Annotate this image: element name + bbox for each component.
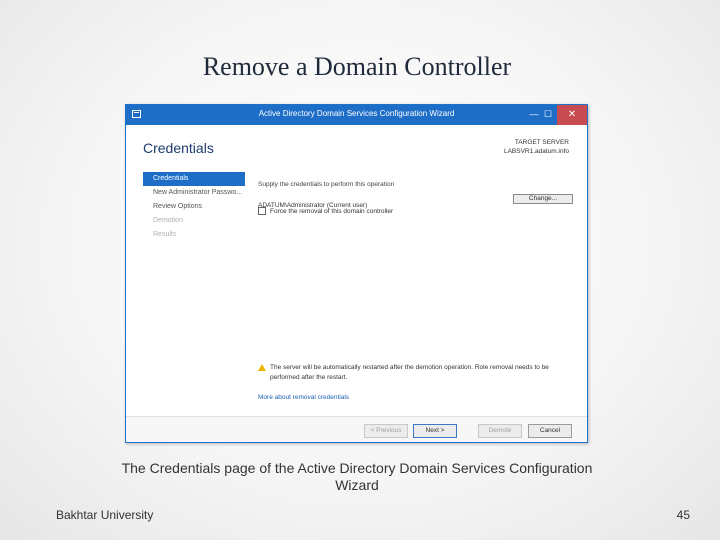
slide-title: Remove a Domain Controller — [202, 52, 512, 81]
restart-warning: The server will be automatically restart… — [258, 363, 573, 383]
demote-button[interactable]: Demote — [478, 424, 522, 438]
window-titlebar[interactable]: Active Directory Domain Services Configu… — [126, 105, 587, 125]
nav-item-demotion: Demotion — [153, 217, 183, 224]
warning-icon — [258, 364, 266, 371]
wizard-window: Active Directory Domain Services Configu… — [125, 104, 588, 443]
instruction-text: Supply the credentials to perform this o… — [258, 181, 395, 188]
previous-button[interactable]: < Previous — [364, 424, 408, 438]
page-number: 45 — [676, 508, 690, 522]
force-removal-label[interactable]: Force the removal of this domain control… — [270, 208, 393, 215]
footer-organization: Bakhtar University — [56, 508, 154, 522]
more-about-removal-credentials-link[interactable]: More about removal credentials — [258, 394, 349, 401]
window-title: Active Directory Domain Services Configu… — [258, 109, 455, 118]
close-button[interactable]: ✕ — [557, 105, 587, 125]
credentials-content: Supply the credentials to perform this o… — [258, 181, 573, 217]
wizard-button-bar: < Previous Next > Demote Cancel — [126, 416, 587, 442]
minimize-button[interactable]: — — [527, 105, 541, 125]
target-server: TARGET SERVER LABSVR1.adatum.info — [504, 138, 569, 156]
page-heading: Credentials — [143, 140, 214, 156]
wizard-nav: Credentials New Administrator Passwo... … — [143, 172, 245, 242]
maximize-button[interactable]: ☐ — [541, 105, 555, 125]
nav-item-results: Results — [153, 231, 177, 238]
target-server-label: TARGET SERVER — [514, 139, 569, 146]
change-button[interactable]: Change... — [513, 194, 573, 204]
cancel-button[interactable]: Cancel — [528, 424, 572, 438]
slide-caption: The Credentials page of the Active Direc… — [121, 460, 593, 493]
target-server-name: LABSVR1.adatum.info — [503, 148, 569, 155]
account-row: ADATUM\Administrator (Current user) Chan… — [258, 194, 573, 209]
nav-item-new-administrator-password[interactable]: New Administrator Passwo... — [143, 186, 245, 200]
nav-item-review-options[interactable]: Review Options — [143, 200, 245, 214]
next-button[interactable]: Next > — [413, 424, 457, 438]
warning-text: The server will be automatically restart… — [270, 364, 549, 381]
account-value: ADATUM\Administrator (Current user) — [258, 202, 368, 209]
nav-item-credentials[interactable]: Credentials — [143, 172, 245, 186]
